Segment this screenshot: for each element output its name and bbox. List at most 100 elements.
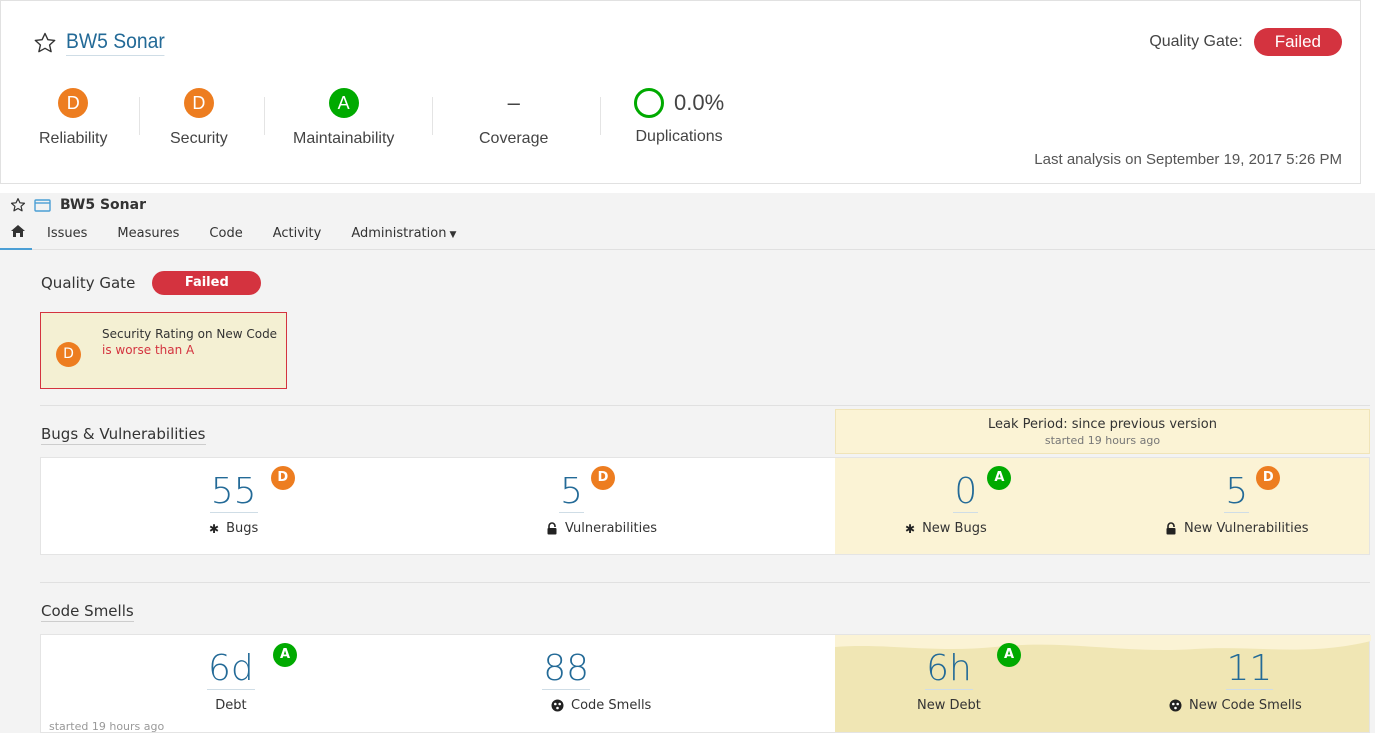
project-name[interactable]: BW5 Sonar	[60, 197, 146, 213]
vulnerabilities-rating-badge[interactable]: D	[591, 466, 616, 490]
bugs-vulnerabilities-title[interactable]: Bugs & Vulnerabilities	[41, 425, 206, 445]
debt-started-note: started 19 hours ago	[49, 720, 165, 733]
maintainability-rating-badge: A	[328, 88, 359, 118]
quality-gate-header: Quality Gate Failed	[41, 271, 262, 295]
metric-separator	[600, 97, 601, 135]
coverage-metric[interactable]: – Coverage	[479, 88, 548, 148]
leak-period-started: started 19 hours ago	[1044, 434, 1161, 447]
maintainability-metric[interactable]: A Maintainability	[293, 88, 394, 148]
lock-icon	[1166, 522, 1176, 535]
reliability-label: Reliability	[39, 130, 108, 147]
quality-gate-status-badge[interactable]: Failed	[1253, 28, 1342, 56]
code-smells-label-row: Code Smells	[551, 698, 651, 713]
code-smell-icon	[551, 699, 564, 712]
metric-separator	[139, 97, 140, 135]
code-smells-label: Code Smells	[571, 698, 652, 713]
bugs-value[interactable]: 55	[209, 472, 258, 513]
vulnerabilities-value[interactable]: 5	[559, 472, 584, 513]
new-vulnerabilities-label: New Vulnerabilities	[1184, 521, 1309, 536]
quality-gate-status-badge: Failed	[152, 271, 262, 295]
vulnerabilities-value-wrap: 5 D	[559, 466, 616, 513]
section-divider	[40, 582, 1370, 583]
vulnerabilities-measure[interactable]: 5 D Vulnerabilities	[486, 466, 657, 536]
debt-label: Debt	[215, 698, 247, 713]
new-bugs-measure[interactable]: 0 A ✱ New Bugs	[905, 466, 1012, 536]
quality-gate-summary: Quality Gate: Failed	[1149, 28, 1342, 56]
code-smells-title[interactable]: Code Smells	[41, 602, 134, 622]
condition-rating-badge: D	[56, 342, 81, 367]
home-icon	[11, 225, 25, 237]
new-vulnerabilities-value[interactable]: 5	[1224, 472, 1250, 513]
code-smell-icon	[1169, 699, 1182, 712]
reliability-metric[interactable]: D Reliability	[39, 88, 107, 148]
debt-label-row: Debt	[215, 698, 246, 713]
tab-administration[interactable]: Administration ▼	[336, 222, 471, 250]
new-code-smells-label: New Code Smells	[1189, 698, 1302, 713]
tab-administration-label: Administration	[351, 226, 447, 241]
leak-period-title: Leak Period: since previous version	[988, 417, 1217, 432]
section-divider	[40, 405, 1370, 406]
duplications-donut-icon	[634, 88, 664, 118]
lock-icon	[547, 522, 557, 535]
new-debt-label: New Debt	[917, 698, 981, 713]
condition-text: Security Rating on New Code is worse tha…	[102, 327, 282, 358]
project-nav-tabs: Issues Measures Code Activity Administra…	[0, 222, 1375, 250]
last-analysis-date: Last analysis on September 19, 2017 5:26…	[1034, 151, 1342, 168]
new-code-smells-value-wrap: 11	[1198, 649, 1274, 690]
new-bugs-label: New Bugs	[922, 521, 987, 536]
project-name-link[interactable]: BW5 Sonar	[66, 29, 165, 56]
code-smells-value[interactable]: 88	[542, 649, 591, 690]
condition-metric: Security Rating on New Code	[102, 327, 278, 341]
favorite-star-icon[interactable]	[10, 197, 26, 213]
vulnerabilities-label: Vulnerabilities	[565, 521, 657, 536]
new-debt-rating-badge[interactable]: A	[997, 643, 1022, 667]
quality-gate-title: Quality Gate	[41, 274, 136, 292]
project-breadcrumb: BW5 Sonar	[10, 197, 146, 213]
tab-activity[interactable]: Activity	[258, 222, 337, 250]
code-smells-measure[interactable]: 88 Code Smells	[481, 649, 651, 713]
favorite-star-icon[interactable]	[33, 31, 57, 55]
duplications-value: 0.0%	[674, 90, 725, 115]
debt-value-wrap: 6d A	[207, 643, 297, 690]
vulnerabilities-label-row: Vulnerabilities	[546, 521, 657, 536]
tab-issues[interactable]: Issues	[32, 222, 102, 250]
project-dashboard: BW5 Sonar Issues Measures Code Activity …	[0, 193, 1375, 733]
quality-gate-condition[interactable]: D Security Rating on New Code is worse t…	[40, 312, 287, 389]
caret-down-icon: ▼	[449, 230, 457, 240]
tab-measures[interactable]: Measures	[102, 222, 194, 250]
security-metric[interactable]: D Security	[170, 88, 228, 148]
debt-value[interactable]: 6d	[207, 649, 255, 690]
project-summary-card: BW5 Sonar Quality Gate: Failed D Reliabi…	[0, 0, 1361, 184]
bugs-measure[interactable]: 55 D ✱ Bugs	[209, 466, 295, 536]
leak-period-header: Leak Period: since previous version star…	[835, 409, 1370, 454]
project-folder-icon	[34, 198, 51, 212]
security-rating-badge: D	[183, 88, 214, 118]
new-debt-measure[interactable]: 6h A New Debt	[917, 643, 1022, 713]
new-vulnerabilities-rating-badge[interactable]: D	[1256, 466, 1281, 490]
debt-measure[interactable]: 6d A Debt	[207, 643, 297, 713]
new-debt-value[interactable]: 6h	[925, 649, 973, 690]
new-bugs-value[interactable]: 0	[953, 472, 979, 513]
new-code-smells-label-row: New Code Smells	[1169, 698, 1302, 713]
maintainability-label: Maintainability	[293, 130, 395, 147]
bugs-label: Bugs	[226, 521, 259, 536]
quality-gate-label: Quality Gate:	[1149, 33, 1243, 50]
project-title-row: BW5 Sonar	[33, 29, 173, 56]
metric-separator	[432, 97, 433, 135]
security-label: Security	[170, 130, 228, 147]
duplications-metric[interactable]: 0.0% Duplications	[634, 88, 724, 146]
bugs-rating-badge[interactable]: D	[270, 466, 295, 490]
new-bugs-label-row: ✱ New Bugs	[905, 521, 987, 536]
tab-code[interactable]: Code	[194, 222, 257, 250]
new-debt-value-wrap: 6h A	[925, 643, 1022, 690]
bugs-vulnerabilities-row: 55 D ✱ Bugs 5 D Vulnerabilities 0 A ✱ Ne…	[40, 457, 1370, 555]
debt-rating-badge[interactable]: A	[273, 643, 297, 667]
new-vulnerabilities-measure[interactable]: 5 D New Vulnerabilities	[1165, 466, 1309, 536]
bugs-value-wrap: 55 D	[209, 466, 295, 513]
new-debt-label-row: New Debt	[917, 698, 981, 713]
new-code-smells-measure[interactable]: 11 New Code Smells	[1169, 649, 1302, 713]
new-code-smells-value[interactable]: 11	[1225, 649, 1274, 690]
bug-icon: ✱	[209, 521, 220, 536]
condition-result: is worse than A	[102, 343, 195, 357]
tab-home[interactable]	[0, 222, 32, 250]
